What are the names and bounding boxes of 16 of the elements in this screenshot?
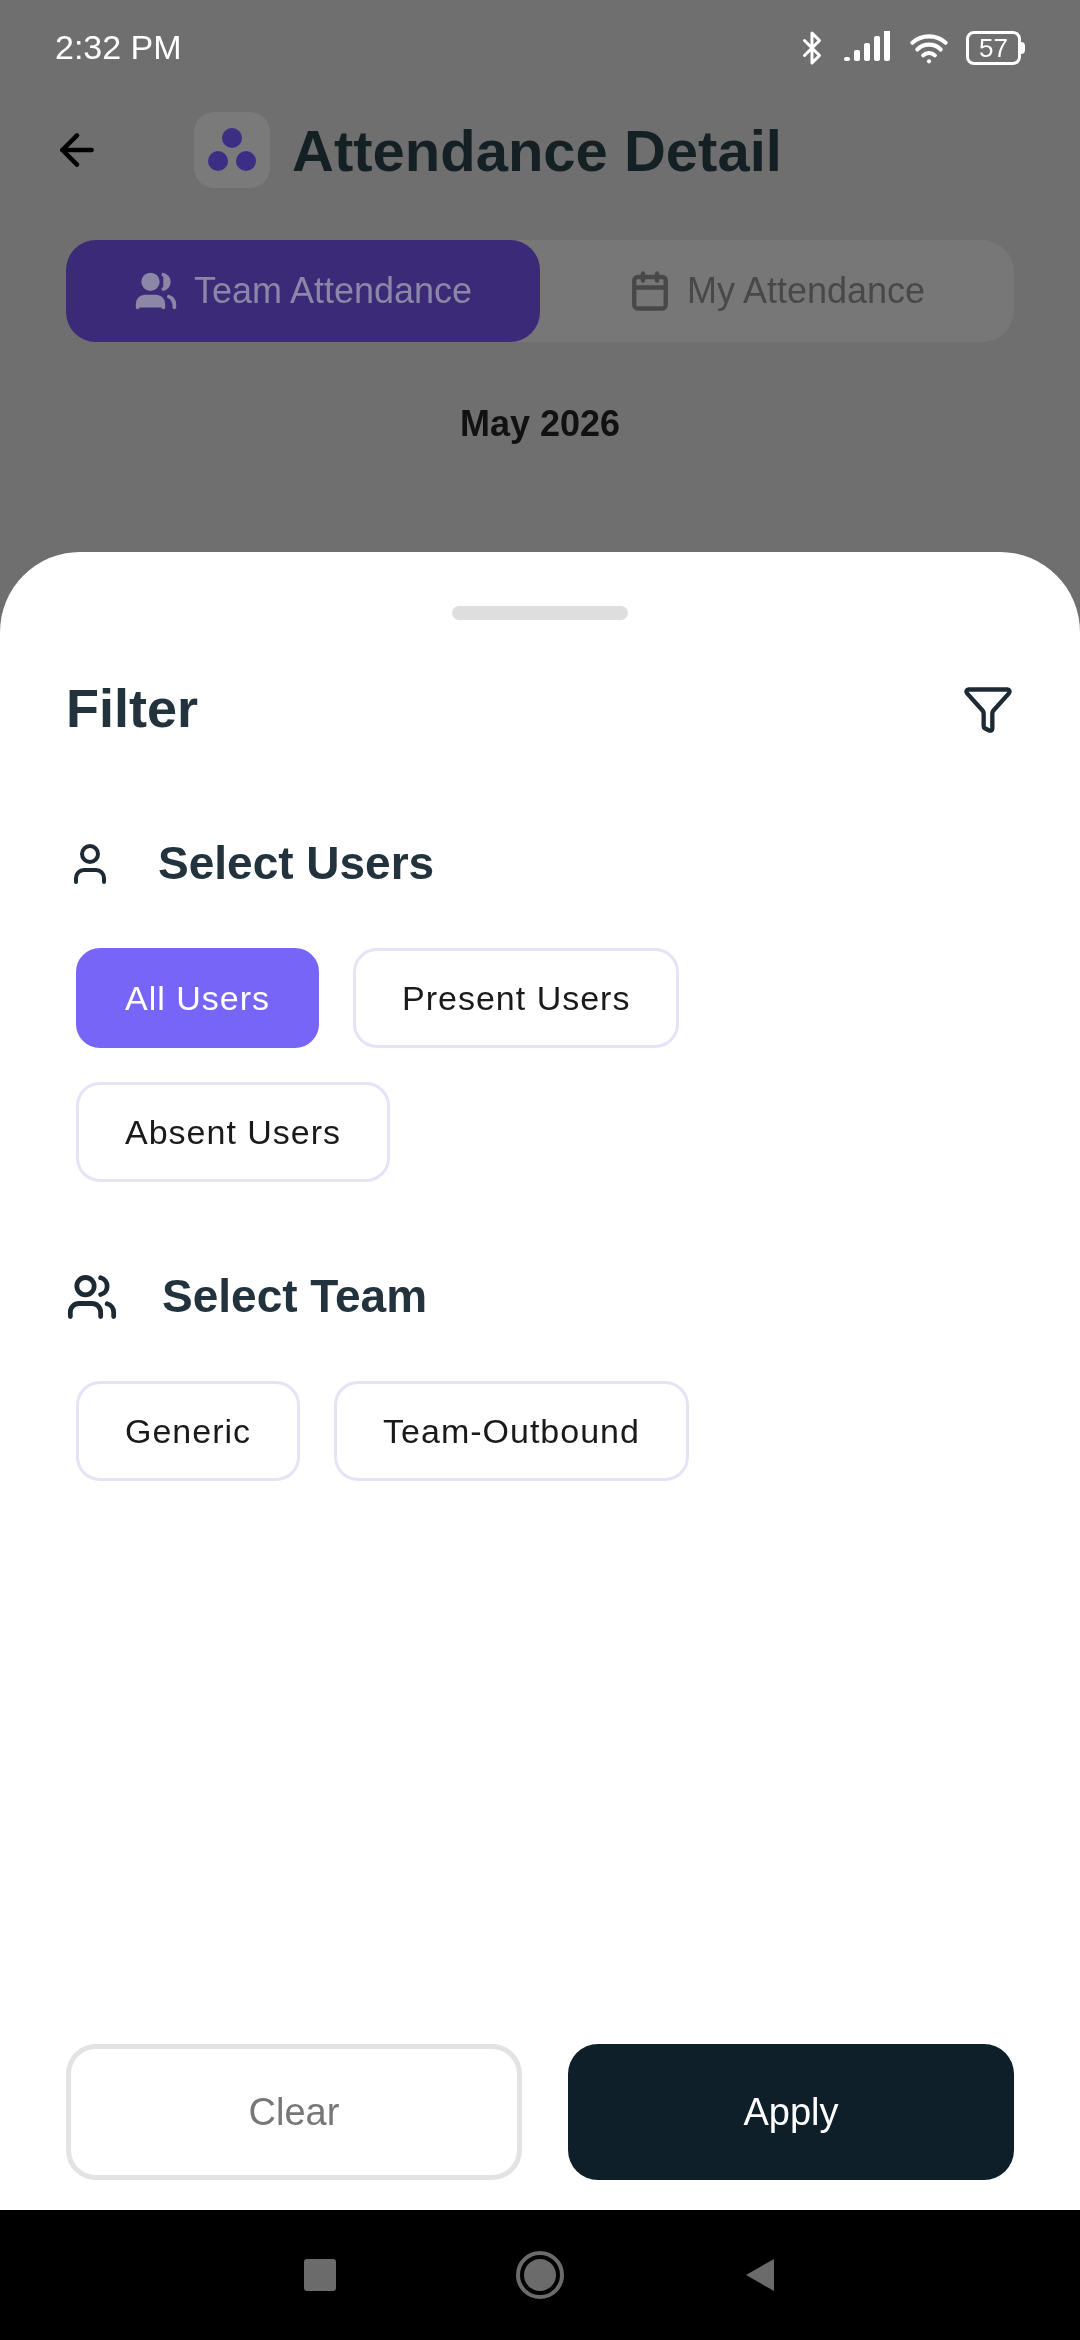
section-title: Select Team	[162, 1269, 428, 1324]
filter-chip[interactable]: All Users	[76, 948, 320, 1048]
filter-chip[interactable]: Present Users	[353, 948, 680, 1048]
drag-handle[interactable]	[452, 606, 628, 620]
month-label: May 2026	[459, 402, 621, 446]
apply-button[interactable]: Apply	[568, 2044, 1014, 2180]
back-icon[interactable]	[744, 2257, 776, 2293]
filter-chip[interactable]: Team-Outbound	[334, 1381, 689, 1481]
filter-chip[interactable]: Generic	[76, 1381, 301, 1481]
page-title: Attendance Detail	[292, 116, 782, 185]
home-icon[interactable]	[516, 2251, 564, 2299]
clear-button[interactable]: Clear	[66, 2044, 522, 2180]
filter-chip[interactable]: Absent Users	[76, 1082, 391, 1182]
status-time: 2:32 PM	[55, 27, 182, 68]
sheet-title: Filter	[66, 677, 199, 740]
section-title: Select Users	[158, 836, 435, 891]
